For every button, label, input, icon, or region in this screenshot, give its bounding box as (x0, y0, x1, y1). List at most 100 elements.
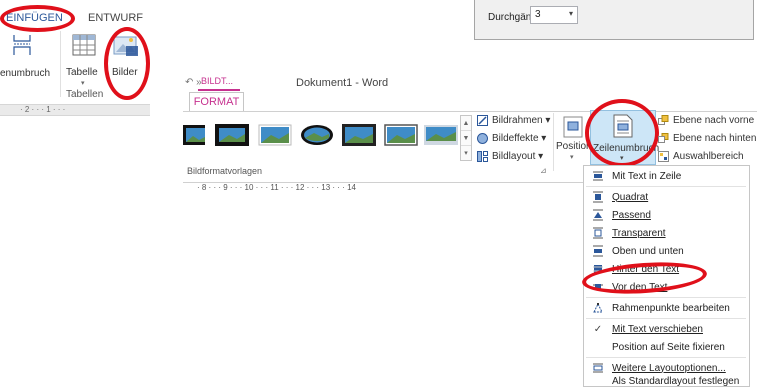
send-backward-button[interactable]: Ebene nach hinten (658, 133, 756, 144)
chevron-down-icon: ▾ (570, 154, 574, 161)
group-label-tabellen: Tabellen (66, 89, 104, 100)
menu-item-label: Als Standardlayout festlegen (612, 376, 740, 387)
pictures-label: Bilder (112, 67, 138, 78)
context-tab-picture-tools[interactable]: BILDT... (198, 76, 240, 91)
ruler-main: · 8 · · · 9 · · · 10 · · · 11 · · · 12 ·… (183, 182, 583, 193)
menu-item-behind[interactable]: Hinter den Text (584, 260, 749, 278)
wrap-through-icon (593, 227, 603, 239)
wrap-tight-icon (593, 209, 603, 221)
chevron-down-icon: ▾ (568, 9, 573, 18)
passes-value: 3 (535, 9, 541, 20)
send-backward-icon (658, 133, 669, 144)
picture-layout-label: Bildlayout ▾ (492, 151, 544, 162)
picture-layout-icon (477, 151, 488, 162)
menu-item-tight[interactable]: Passend (584, 206, 749, 224)
menu-separator (586, 357, 746, 358)
selection-pane-icon (658, 151, 669, 162)
picture-layout-button[interactable]: Bildlayout ▾ (477, 151, 543, 162)
picture-effects-label: Bildeffekte ▾ (492, 133, 547, 144)
picture-border-icon (477, 115, 488, 126)
page-break-label[interactable]: enumbruch (0, 68, 50, 79)
wrap-text-button[interactable]: Zeilenumbruch ▾ (590, 110, 660, 165)
picture-style-thumb[interactable] (258, 124, 292, 146)
chevron-down-icon: ▾ (81, 80, 85, 87)
menu-item-square[interactable]: Quadrat (584, 188, 749, 206)
picture-border-label: Bildrahmen ▾ (492, 115, 551, 126)
bring-forward-label: Ebene nach vorne ▾ (673, 115, 757, 126)
send-backward-label: Ebene nach hinten (673, 133, 757, 144)
menu-item-top-bottom[interactable]: Oben und unten (584, 242, 749, 260)
passes-dropdown[interactable]: 3 ▾ (530, 6, 578, 24)
tab-einfuegen[interactable]: EINFÜGEN (6, 12, 63, 24)
table-label: Tabelle (66, 67, 98, 78)
menu-item-label: Weitere Layoutoptionen... (612, 362, 726, 374)
menu-separator (586, 186, 746, 187)
bring-forward-icon (658, 115, 669, 126)
tab-format[interactable]: FORMAT (189, 92, 244, 112)
menu-item-label: Quadrat (612, 191, 649, 203)
menu-item-label: Mit Text verschieben (612, 323, 703, 335)
edit-points-icon (593, 302, 603, 313)
picture-effects-icon (477, 133, 488, 144)
dialog-launcher-icon[interactable]: ⊿ (540, 166, 547, 175)
ribbon-separator (553, 113, 554, 171)
pictures-icon (113, 36, 138, 56)
ribbon-separator (60, 31, 61, 97)
selection-pane-label: Auswahlbereich (673, 151, 744, 162)
menu-item-label: Mit Text in Zeile (612, 170, 682, 182)
menu-item-more-layout[interactable]: Weitere Layoutoptionen... (584, 359, 749, 377)
menu-item-move-with-text[interactable]: ✓ Mit Text verschieben (584, 320, 749, 338)
ruler-left-ticks: · 2 · · · 1 · · · (20, 105, 66, 114)
menu-item-through[interactable]: Transparent (584, 224, 749, 242)
picture-style-thumb[interactable] (215, 124, 249, 146)
menu-separator (586, 318, 746, 319)
table-button[interactable]: Tabelle ▾ (64, 29, 104, 87)
picture-style-thumb[interactable] (424, 124, 458, 146)
selection-pane-button[interactable]: Auswahlbereich (658, 151, 744, 162)
table-icon (72, 34, 96, 56)
picture-effects-button[interactable]: Bildeffekte ▾ (477, 133, 546, 144)
wrap-text-menu: Mit Text in Zeile Quadrat Passend Transp… (583, 165, 750, 387)
wrap-front-icon (593, 284, 603, 290)
gallery-scrollbar[interactable]: ▲ ▼ ▾ (460, 115, 472, 161)
ruler-left: · 2 · · · 1 · · · (0, 104, 150, 116)
menu-item-edit-points[interactable]: Rahmenpunkte bearbeiten (584, 299, 749, 317)
menu-item-fix-position[interactable]: Position auf Seite fixieren (584, 338, 749, 356)
menu-item-front[interactable]: Vor den Text (584, 278, 749, 296)
wrap-text-label: Zeilenumbruch (593, 143, 660, 154)
menu-item-label: Rahmenpunkte bearbeiten (612, 302, 730, 314)
menu-separator (586, 297, 746, 298)
group-label-bildformatvorlagen: Bildformatvorlagen (187, 166, 263, 176)
picture-style-thumb[interactable] (342, 124, 376, 146)
menu-item-inline[interactable]: Mit Text in Zeile (584, 167, 749, 185)
picture-style-thumb[interactable] (183, 124, 205, 146)
menu-item-set-default[interactable]: Als Standardlayout festlegen (584, 376, 749, 387)
picture-style-thumb[interactable] (384, 124, 418, 146)
menu-item-label: Hinter den Text (612, 263, 680, 275)
tab-entwurf[interactable]: ENTWURF (88, 12, 143, 24)
picture-border-button[interactable]: Bildrahmen ▾ (477, 115, 550, 126)
wrap-inline-icon (593, 171, 603, 181)
menu-item-label: Transparent (612, 227, 666, 239)
gallery-more-icon[interactable]: ▾ (461, 146, 471, 161)
gallery-down-icon[interactable]: ▼ (461, 131, 471, 146)
wrap-top-bottom-icon (593, 245, 603, 257)
menu-item-label: Passend (612, 209, 651, 221)
ruler-main-ticks: · 8 · · · 9 · · · 10 · · · 11 · · · 12 ·… (197, 183, 356, 192)
position-icon (563, 116, 583, 138)
chevron-down-icon: ▾ (620, 155, 624, 162)
layout-options-icon (593, 363, 603, 373)
pictures-button[interactable]: Bilder (108, 29, 144, 87)
window-title: Dokument1 - Word (296, 77, 389, 89)
wrap-text-icon (613, 114, 633, 138)
menu-item-label: Position auf Seite fixieren (612, 341, 725, 353)
position-label: Position (556, 141, 592, 152)
picture-style-thumb[interactable] (300, 124, 334, 146)
gallery-up-icon[interactable]: ▲ (461, 116, 471, 131)
menu-item-label: Vor den Text (612, 281, 668, 293)
page-break-icon (12, 33, 32, 60)
wrap-square-icon (593, 191, 603, 203)
bring-forward-button[interactable]: Ebene nach vorne ▾ (658, 115, 757, 126)
position-button[interactable]: Position ▾ (556, 113, 592, 165)
ribbon-left-fragment: enumbruch Tabelle ▾ Bilder Tabellen (0, 27, 150, 102)
